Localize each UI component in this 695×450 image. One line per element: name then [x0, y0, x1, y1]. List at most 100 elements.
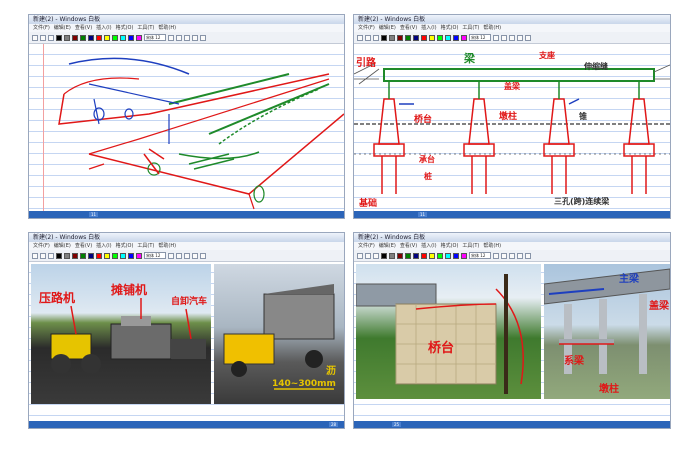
menu-help[interactable]: 帮助(H) [483, 24, 501, 32]
color-swatch-lime[interactable] [112, 252, 118, 259]
color-swatch-gray[interactable] [64, 252, 70, 259]
font-select[interactable]: 宋体 12 [144, 252, 166, 259]
drawing-canvas[interactable]: 压路机 摊铺机 自卸汽车 140~300mm 沥 [29, 262, 344, 421]
menu-edit[interactable]: 编辑(E) [54, 242, 71, 250]
color-swatch-green[interactable] [405, 34, 411, 41]
eraser-icon[interactable] [184, 252, 190, 259]
save-icon[interactable] [373, 252, 379, 259]
color-swatch-maroon[interactable] [397, 34, 403, 41]
save-icon[interactable] [48, 34, 54, 41]
menu-tools[interactable]: 工具(T) [462, 24, 479, 32]
highlighter-icon[interactable] [501, 252, 507, 259]
color-swatch-blue[interactable] [453, 252, 459, 259]
color-swatch-blue[interactable] [128, 252, 134, 259]
color-swatch-red[interactable] [421, 34, 427, 41]
pen-icon[interactable] [168, 252, 174, 259]
color-swatch-red[interactable] [421, 252, 427, 259]
color-swatch-red[interactable] [96, 34, 102, 41]
color-swatch-lime[interactable] [112, 34, 118, 41]
open-icon[interactable] [365, 252, 371, 259]
menu-help[interactable]: 帮助(H) [158, 24, 176, 32]
pen-icon[interactable] [493, 34, 499, 41]
drawing-canvas[interactable]: 桥台 主梁 系梁 墩柱 盖梁 [354, 262, 670, 421]
menu-edit[interactable]: 编辑(E) [379, 242, 396, 250]
menu-insert[interactable]: 插入(I) [421, 24, 436, 32]
color-swatch-magenta[interactable] [461, 34, 467, 41]
menu-insert[interactable]: 插入(I) [96, 24, 111, 32]
font-select[interactable]: 宋体 12 [144, 34, 166, 41]
font-select[interactable]: 宋体 12 [469, 252, 491, 259]
menu-file[interactable]: 文件(F) [358, 24, 375, 32]
menu-file[interactable]: 文件(F) [358, 242, 375, 250]
color-swatch-green[interactable] [80, 252, 86, 259]
color-swatch-maroon[interactable] [72, 252, 78, 259]
redo-icon[interactable] [200, 34, 206, 41]
menu-help[interactable]: 帮助(H) [158, 242, 176, 250]
undo-icon[interactable] [192, 252, 198, 259]
color-swatch-green[interactable] [405, 252, 411, 259]
color-swatch-green[interactable] [80, 34, 86, 41]
color-swatch-lime[interactable] [437, 34, 443, 41]
redo-icon[interactable] [525, 252, 531, 259]
color-swatch-magenta[interactable] [136, 252, 142, 259]
undo-icon[interactable] [517, 252, 523, 259]
save-icon[interactable] [373, 34, 379, 41]
eraser-icon[interactable] [509, 252, 515, 259]
color-swatch-blue[interactable] [453, 34, 459, 41]
color-swatch-maroon[interactable] [72, 34, 78, 41]
highlighter-icon[interactable] [176, 252, 182, 259]
menu-view[interactable]: 查看(V) [75, 24, 92, 32]
color-swatch-navy[interactable] [413, 252, 419, 259]
color-swatch-navy[interactable] [88, 252, 94, 259]
color-swatch-yellow[interactable] [429, 34, 435, 41]
save-icon[interactable] [48, 252, 54, 259]
new-icon[interactable] [32, 252, 38, 259]
menu-tools[interactable]: 工具(T) [462, 242, 479, 250]
color-swatch-magenta[interactable] [136, 34, 142, 41]
open-icon[interactable] [365, 34, 371, 41]
color-swatch-black[interactable] [56, 252, 62, 259]
color-swatch-navy[interactable] [88, 34, 94, 41]
menu-edit[interactable]: 编辑(E) [54, 24, 71, 32]
highlighter-icon[interactable] [501, 34, 507, 41]
menu-format[interactable]: 格式(O) [441, 242, 459, 250]
color-swatch-lime[interactable] [437, 252, 443, 259]
menu-file[interactable]: 文件(F) [33, 24, 50, 32]
menu-help[interactable]: 帮助(H) [483, 242, 501, 250]
pen-icon[interactable] [168, 34, 174, 41]
color-swatch-cyan[interactable] [445, 252, 451, 259]
menu-format[interactable]: 格式(O) [116, 242, 134, 250]
color-swatch-black[interactable] [381, 252, 387, 259]
color-swatch-cyan[interactable] [120, 34, 126, 41]
undo-icon[interactable] [192, 34, 198, 41]
menu-view[interactable]: 查看(V) [400, 242, 417, 250]
color-swatch-maroon[interactable] [397, 252, 403, 259]
color-swatch-black[interactable] [56, 34, 62, 41]
undo-icon[interactable] [517, 34, 523, 41]
new-icon[interactable] [357, 252, 363, 259]
color-swatch-navy[interactable] [413, 34, 419, 41]
menu-format[interactable]: 格式(O) [116, 24, 134, 32]
menu-view[interactable]: 查看(V) [75, 242, 92, 250]
color-swatch-magenta[interactable] [461, 252, 467, 259]
eraser-icon[interactable] [184, 34, 190, 41]
color-swatch-yellow[interactable] [429, 252, 435, 259]
redo-icon[interactable] [200, 252, 206, 259]
color-swatch-gray[interactable] [389, 34, 395, 41]
menu-tools[interactable]: 工具(T) [137, 24, 154, 32]
menu-edit[interactable]: 编辑(E) [379, 24, 396, 32]
font-select[interactable]: 宋体 12 [469, 34, 491, 41]
menu-file[interactable]: 文件(F) [33, 242, 50, 250]
highlighter-icon[interactable] [176, 34, 182, 41]
open-icon[interactable] [40, 34, 46, 41]
color-swatch-yellow[interactable] [104, 34, 110, 41]
new-icon[interactable] [357, 34, 363, 41]
redo-icon[interactable] [525, 34, 531, 41]
color-swatch-cyan[interactable] [445, 34, 451, 41]
drawing-canvas[interactable]: 引路 梁 支座 盖梁 墩柱 桥台 承台 桩 基础 三孔(跨)连续梁 伸缩缝 锥 [354, 44, 670, 211]
menu-insert[interactable]: 插入(I) [421, 242, 436, 250]
pen-icon[interactable] [493, 252, 499, 259]
new-icon[interactable] [32, 34, 38, 41]
color-swatch-gray[interactable] [389, 252, 395, 259]
color-swatch-gray[interactable] [64, 34, 70, 41]
